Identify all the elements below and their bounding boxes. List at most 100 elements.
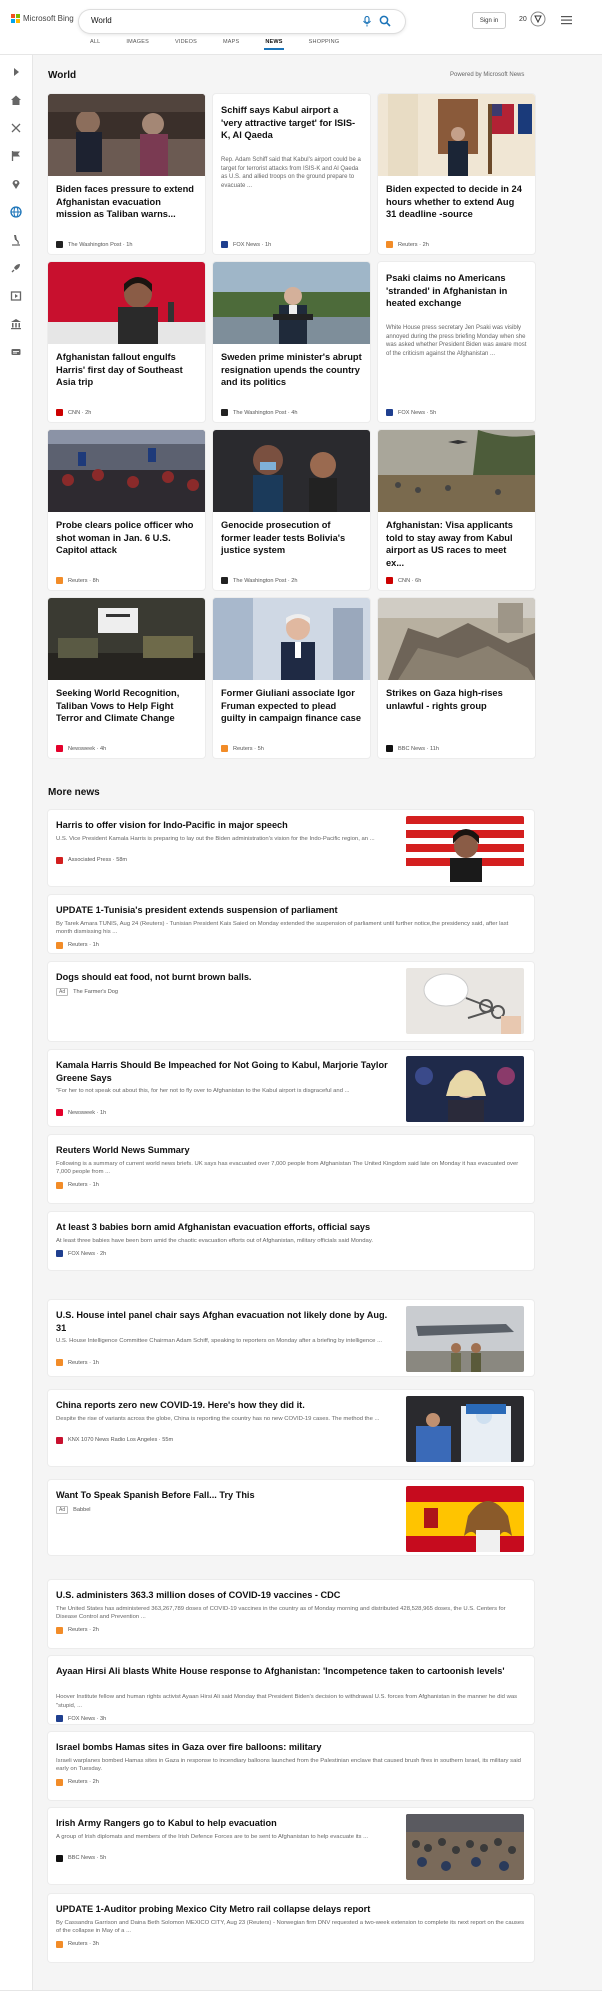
news-card[interactable]: Former Giuliani associate Igor Fruman ex… <box>213 598 370 758</box>
news-card-title[interactable]: Afghanistan: Visa applicants told to sta… <box>386 519 527 569</box>
news-card-image[interactable] <box>48 262 205 344</box>
tab-all[interactable]: ALL <box>90 39 100 45</box>
ad-item[interactable]: Want To Speak Spanish Before Fall... Try… <box>48 1480 534 1555</box>
news-card[interactable]: Probe clears police officer who shot wom… <box>48 430 205 590</box>
news-item-source[interactable]: FOX News · 2h <box>56 1250 106 1257</box>
news-card[interactable]: Afghanistan fallout engulfs Harris' firs… <box>48 262 205 422</box>
news-card-source[interactable]: CNN · 6h <box>386 577 421 584</box>
news-card-title[interactable]: Strikes on Gaza high-rises unlawful - ri… <box>386 687 527 712</box>
news-card[interactable]: Biden faces pressure to extend Afghanist… <box>48 94 205 254</box>
news-item[interactable]: UPDATE 1-Tunisia's president extends sus… <box>48 895 534 953</box>
news-card-title[interactable]: Afghanistan fallout engulfs Harris' firs… <box>56 351 197 389</box>
news-card[interactable]: Strikes on Gaza high-rises unlawful - ri… <box>378 598 535 758</box>
flag-icon[interactable] <box>10 150 22 162</box>
news-item-title[interactable]: Reuters World News Summary <box>56 1144 526 1157</box>
news-card-title[interactable]: Biden expected to decide in 24 hours whe… <box>386 183 527 221</box>
rocket-icon[interactable] <box>10 262 22 274</box>
location-pin-icon[interactable] <box>10 178 22 190</box>
news-card-source[interactable]: The Washington Post · 1h <box>56 241 133 248</box>
news-item-title[interactable]: UPDATE 1-Tunisia's president extends sus… <box>56 904 526 917</box>
news-item-source[interactable]: Newsweek · 1h <box>56 1109 106 1116</box>
news-item-source[interactable]: Reuters · 1h <box>56 1181 99 1189</box>
news-card-title[interactable]: Biden faces pressure to extend Afghanist… <box>56 183 197 221</box>
news-card-source[interactable]: Reuters · 5h <box>221 745 264 752</box>
news-card-source[interactable]: The Washington Post · 2h <box>221 577 298 584</box>
sign-in-button[interactable]: Sign in <box>472 12 506 29</box>
news-card-title[interactable]: Sweden prime minister's abrupt resignati… <box>221 351 362 389</box>
news-card-title[interactable]: Schiff says Kabul airport a 'very attrac… <box>221 104 362 142</box>
news-item-title[interactable]: At least 3 babies born amid Afghanistan … <box>56 1221 526 1234</box>
news-item[interactable]: Kamala Harris Should Be Impeached for No… <box>48 1050 534 1126</box>
bank-icon[interactable] <box>10 318 22 330</box>
news-card-title[interactable]: Seeking World Recognition, Taliban Vows … <box>56 687 197 725</box>
news-card-source[interactable]: BBC News · 11h <box>386 745 439 752</box>
news-card-image[interactable] <box>378 598 535 680</box>
news-item[interactable]: Irish Army Rangers go to Kabul to help e… <box>48 1808 534 1884</box>
news-item-source[interactable]: KNX 1070 News Radio Los Angeles · 55m <box>56 1436 173 1444</box>
news-item-title[interactable]: Ayaan Hirsi Ali blasts White House respo… <box>56 1665 526 1678</box>
news-card-source[interactable]: FOX News · 1h <box>221 241 271 248</box>
news-item-source[interactable]: Reuters · 2h <box>56 1778 99 1786</box>
tab-shopping[interactable]: SHOPPING <box>309 39 340 45</box>
tab-maps[interactable]: MAPS <box>223 39 239 45</box>
tab-videos[interactable]: VIDEOS <box>175 39 197 45</box>
news-card-source[interactable]: Reuters · 2h <box>386 241 429 248</box>
tab-news[interactable]: NEWS <box>264 39 285 50</box>
news-item[interactable]: UPDATE 1-Auditor probing Mexico City Met… <box>48 1894 534 1962</box>
news-card-title[interactable]: Probe clears police officer who shot wom… <box>56 519 197 557</box>
ad-source[interactable]: Ad Babbel <box>56 1505 91 1514</box>
globe-icon[interactable] <box>10 206 22 218</box>
hamburger-menu-icon[interactable] <box>561 15 572 25</box>
news-item-image[interactable] <box>406 1396 524 1462</box>
news-item-title[interactable]: Dogs should eat food, not burnt brown ba… <box>56 971 396 984</box>
news-card-source[interactable]: Reuters · 8h <box>56 577 99 584</box>
news-card-image[interactable] <box>48 430 205 512</box>
news-item-source[interactable]: FOX News · 3h <box>56 1715 106 1722</box>
news-item[interactable]: At least 3 babies born amid Afghanistan … <box>48 1212 534 1270</box>
news-card[interactable]: Genocide prosecution of former leader te… <box>213 430 370 590</box>
tab-images[interactable]: IMAGES <box>126 39 149 45</box>
news-card-image[interactable] <box>48 94 205 176</box>
news-item-source[interactable]: Reuters · 1h <box>56 941 99 949</box>
news-item[interactable]: U.S. House intel panel chair says Afghan… <box>48 1300 534 1376</box>
news-card-image[interactable] <box>213 430 370 512</box>
search-box[interactable]: World <box>79 10 405 33</box>
powered-by[interactable]: Powered by Microsoft News <box>450 72 524 78</box>
news-item[interactable]: China reports zero new COVID-19. Here's … <box>48 1390 534 1466</box>
ad-source[interactable]: Ad The Farmer's Dog <box>56 987 118 996</box>
news-card[interactable]: Psaki claims no Americans 'stranded' in … <box>378 262 535 422</box>
news-item-source[interactable]: Associated Press · 58m <box>56 856 127 864</box>
news-card[interactable]: Seeking World Recognition, Taliban Vows … <box>48 598 205 758</box>
news-card-title[interactable]: Psaki claims no Americans 'stranded' in … <box>386 272 527 310</box>
film-icon[interactable] <box>10 290 22 302</box>
news-card-source[interactable]: The Washington Post · 4h <box>221 409 298 416</box>
news-card-image[interactable] <box>378 430 535 512</box>
news-item-image[interactable] <box>406 1056 524 1122</box>
news-item[interactable]: Ayaan Hirsi Ali blasts White House respo… <box>48 1656 534 1724</box>
microphone-icon[interactable] <box>362 16 372 27</box>
news-card-source[interactable]: CNN · 2h <box>56 409 91 416</box>
bing-logo[interactable]: Microsoft Bing <box>11 14 74 23</box>
news-card-image[interactable] <box>378 94 535 176</box>
home-icon[interactable] <box>10 94 22 106</box>
rewards-icon[interactable] <box>530 11 546 27</box>
news-item-image[interactable] <box>406 968 524 1034</box>
news-item-title[interactable]: UPDATE 1-Auditor probing Mexico City Met… <box>56 1903 526 1916</box>
news-item-source[interactable]: Reuters · 3h <box>56 1940 99 1948</box>
search-icon[interactable] <box>379 15 391 27</box>
news-item-image[interactable] <box>406 1486 524 1552</box>
news-card[interactable]: Afghanistan: Visa applicants told to sta… <box>378 430 535 590</box>
news-item[interactable]: Harris to offer vision for Indo-Pacific … <box>48 810 534 886</box>
news-item-title[interactable]: China reports zero new COVID-19. Here's … <box>56 1399 396 1412</box>
news-item-title[interactable]: U.S. House intel panel chair says Afghan… <box>56 1309 396 1334</box>
expand-icon[interactable] <box>10 66 22 78</box>
news-card-image[interactable] <box>213 262 370 344</box>
news-card[interactable]: Sweden prime minister's abrupt resignati… <box>213 262 370 422</box>
news-item-source[interactable]: Reuters · 2h <box>56 1626 99 1634</box>
news-card-source[interactable]: Newsweek · 4h <box>56 745 106 752</box>
ad-item[interactable]: Dogs should eat food, not burnt brown ba… <box>48 962 534 1041</box>
news-item-title[interactable]: U.S. administers 363.3 million doses of … <box>56 1589 526 1602</box>
news-item-source[interactable]: Reuters · 1h <box>56 1359 99 1366</box>
news-item-source[interactable]: BBC News · 5h <box>56 1854 106 1862</box>
news-item-title[interactable]: Harris to offer vision for Indo-Pacific … <box>56 819 396 832</box>
